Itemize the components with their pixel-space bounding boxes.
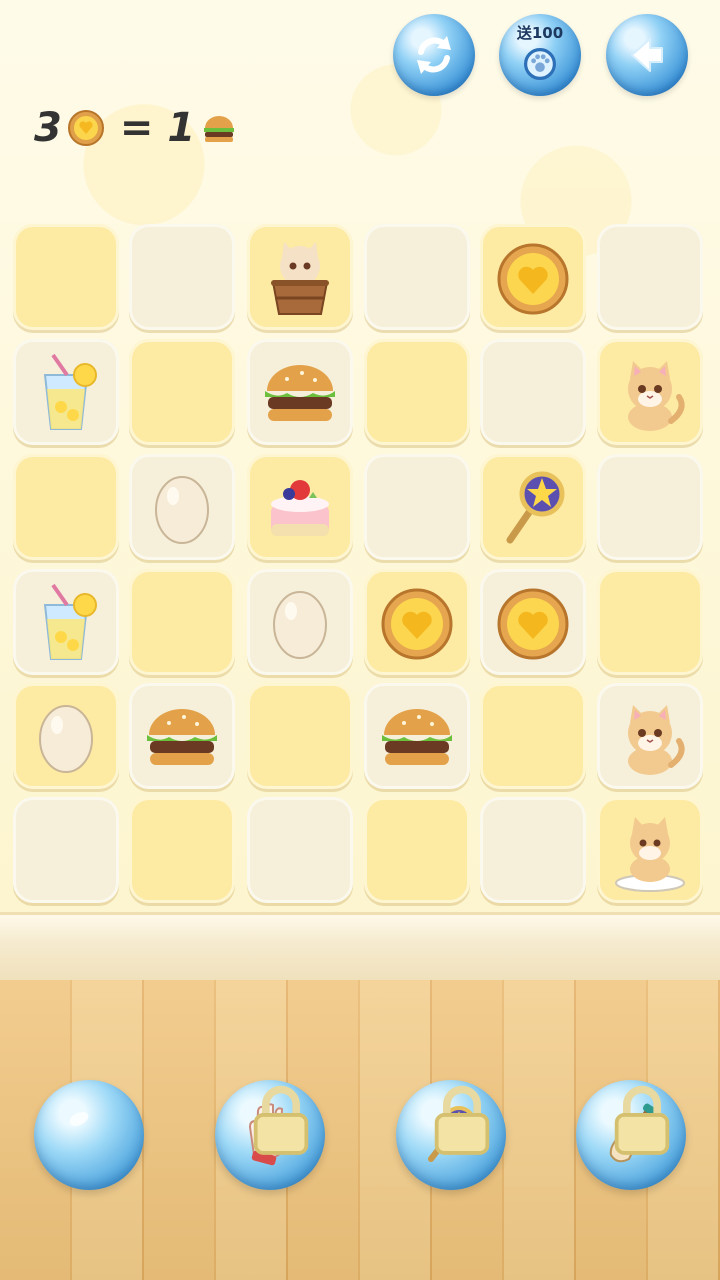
tool-shovel[interactable]	[576, 1080, 686, 1190]
board-cell-r4-c1[interactable]	[13, 569, 119, 675]
board-cell-r3-c6[interactable]	[597, 454, 703, 560]
lemonade-icon	[43, 353, 97, 430]
board-cell-r6-c6[interactable]	[597, 797, 703, 903]
recipe-right-count: 1	[167, 105, 196, 151]
board-cell-r4-c2[interactable]	[129, 569, 235, 675]
lock-icon	[253, 1085, 309, 1155]
egg-tart-icon	[67, 110, 104, 146]
lock-icon	[614, 1085, 670, 1155]
egg-icon	[155, 476, 209, 544]
board-cell-r1-c1[interactable]	[13, 224, 119, 330]
board-cell-r3-c3[interactable]	[247, 454, 353, 560]
bubble-icon	[69, 1112, 89, 1126]
board-cell-r3-c2[interactable]	[129, 454, 235, 560]
board-cell-r2-c4[interactable]	[364, 339, 470, 445]
board-cell-r2-c2[interactable]	[129, 339, 235, 445]
lemonade-icon	[43, 583, 97, 660]
cat-on-plate-icon	[615, 817, 685, 892]
tool-magic-wand[interactable]	[396, 1080, 506, 1190]
board-cell-r2-c3[interactable]	[247, 339, 353, 445]
refresh-button[interactable]	[393, 14, 475, 96]
recipe-equals: =	[119, 105, 154, 151]
board-cell-r1-c2[interactable]	[129, 224, 235, 330]
board-cell-r4-c3[interactable]	[247, 569, 353, 675]
board-cell-r6-c5[interactable]	[480, 797, 586, 903]
refresh-icon	[417, 36, 451, 74]
gift-label: 送100	[516, 24, 564, 42]
board-cell-r1-c3[interactable]	[247, 224, 353, 330]
back-arrow-icon	[631, 38, 663, 72]
burger-icon	[382, 709, 452, 765]
board-cell-r2-c1[interactable]	[13, 339, 119, 445]
board-cell-r3-c5[interactable]	[480, 454, 586, 560]
baseboard	[0, 912, 720, 983]
board-cell-r2-c6[interactable]	[597, 339, 703, 445]
egg-tart-icon	[497, 243, 569, 315]
board-cell-r4-c6[interactable]	[597, 569, 703, 675]
board-cell-r6-c2[interactable]	[129, 797, 235, 903]
burger-icon	[204, 116, 235, 142]
board-cell-r3-c4[interactable]	[364, 454, 470, 560]
board-cell-r2-c5[interactable]	[480, 339, 586, 445]
board-cell-r1-c5[interactable]	[480, 224, 586, 330]
board-cell-r4-c4[interactable]	[364, 569, 470, 675]
burger-icon	[147, 709, 217, 765]
magic-wand-icon	[506, 471, 565, 544]
burger-icon	[265, 365, 335, 421]
cake-icon	[271, 480, 329, 536]
egg-tart-icon	[381, 588, 453, 660]
board-cell-r6-c4[interactable]	[364, 797, 470, 903]
board-cell-r5-c1[interactable]	[13, 683, 119, 789]
board-cell-r6-c1[interactable]	[13, 797, 119, 903]
lock-icon	[434, 1085, 490, 1155]
back-button[interactable]	[606, 14, 688, 96]
tool-glove[interactable]	[215, 1080, 325, 1190]
paw-coin-icon	[524, 48, 556, 80]
board-cell-r1-c6[interactable]	[597, 224, 703, 330]
cat-icon	[628, 705, 685, 775]
board-cell-r5-c5[interactable]	[480, 683, 586, 789]
gift-coin-button[interactable]: 送100	[499, 14, 581, 96]
board-cell-r5-c6[interactable]	[597, 683, 703, 789]
egg-tart-icon	[497, 588, 569, 660]
board-cell-r5-c2[interactable]	[129, 683, 235, 789]
board-cell-r5-c4[interactable]	[364, 683, 470, 789]
board-cell-r4-c5[interactable]	[480, 569, 586, 675]
board-cell-r5-c3[interactable]	[247, 683, 353, 789]
merge-recipe: 3 = 1	[34, 104, 239, 152]
board-cell-r6-c3[interactable]	[247, 797, 353, 903]
tool-empty-bubble[interactable]	[34, 1080, 144, 1190]
cat-in-bucket-icon	[271, 242, 329, 315]
egg-icon	[273, 591, 327, 659]
board-cell-r1-c4[interactable]	[364, 224, 470, 330]
board-cell-r3-c1[interactable]	[13, 454, 119, 560]
recipe-left-count: 3	[34, 105, 62, 151]
egg-icon	[39, 705, 93, 773]
cat-icon	[628, 361, 685, 431]
